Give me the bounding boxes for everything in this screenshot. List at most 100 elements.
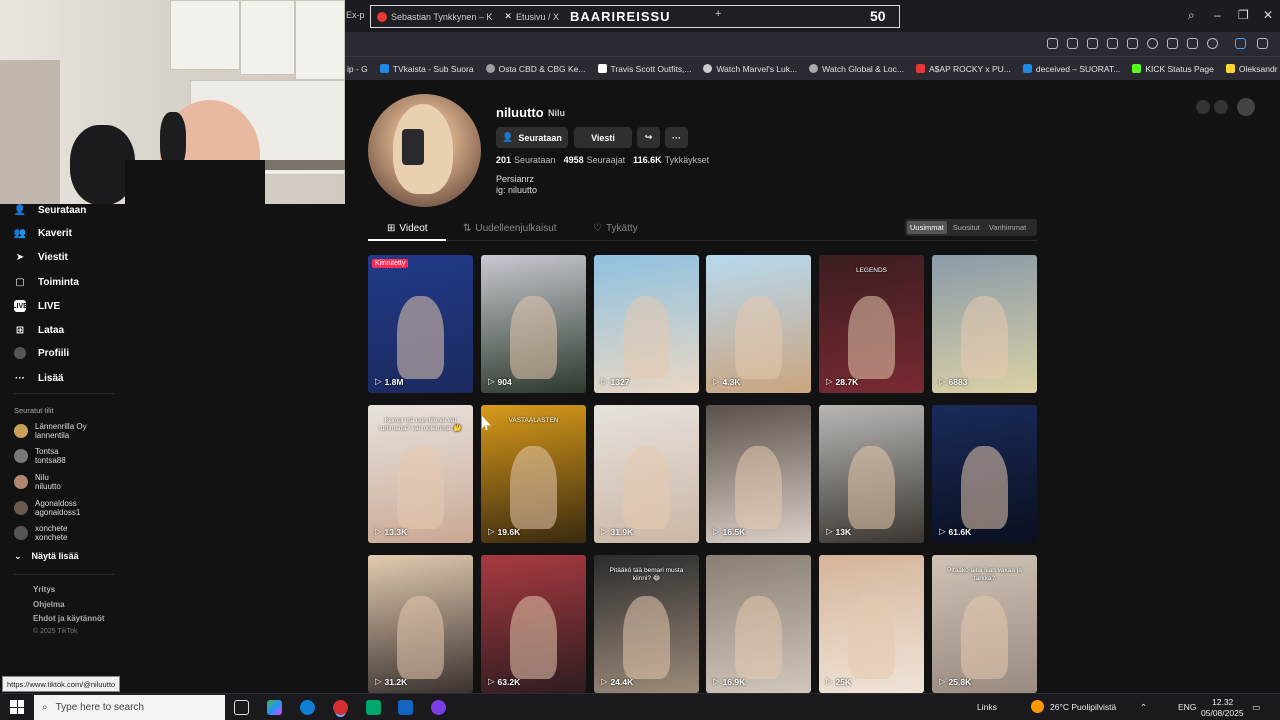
video-tile[interactable]: ▷ 16.9K xyxy=(706,555,811,693)
app-icon[interactable] xyxy=(431,700,446,715)
followed-account[interactable]: Nilu niluutto xyxy=(14,473,61,491)
notifications-icon[interactable]: ▭ xyxy=(1252,702,1260,713)
video-tile[interactable]: Pitääkö tää bemari musta kiinni? 😂 ▷ 24.4K xyxy=(594,555,699,693)
followed-account[interactable]: Tontsa tontsa88 xyxy=(14,447,66,465)
clock-date[interactable]: 05/08/2025 xyxy=(1201,708,1244,718)
sidebar-item-upload[interactable]: ⊞ Lataa xyxy=(14,324,64,336)
video-tile[interactable]: Kiinnitetty ▷ 1.8M xyxy=(368,255,473,393)
heart-icon[interactable] xyxy=(1147,38,1158,49)
video-tile[interactable]: ▷ 6883 xyxy=(932,255,1037,393)
home-icon[interactable] xyxy=(1087,38,1098,49)
extension-blue-icon[interactable] xyxy=(1235,38,1246,49)
bookmark-icon[interactable] xyxy=(1214,100,1228,114)
bookmark[interactable]: A$AP ROCKY x PU... xyxy=(916,64,1011,74)
play-icon[interactable] xyxy=(1127,38,1138,49)
sidebar-item-following[interactable]: 👤 Seurataan xyxy=(14,204,87,216)
report-icon[interactable] xyxy=(1196,100,1210,114)
copilot-icon[interactable] xyxy=(267,700,282,715)
menu-icon[interactable] xyxy=(1187,38,1198,49)
extensions-icon[interactable] xyxy=(1257,38,1268,49)
start-icon[interactable] xyxy=(10,700,24,714)
video-tile[interactable]: ▷ 31.9K xyxy=(594,405,699,543)
bookmark[interactable]: TVkaista - Sub Suora xyxy=(379,64,474,74)
task-view-icon[interactable] xyxy=(234,700,249,715)
app-icon[interactable] xyxy=(366,700,381,715)
following-button[interactable]: 👤 Seurataan xyxy=(496,127,568,148)
followed-account[interactable]: Lännenrilla Oy lannentila xyxy=(14,422,87,440)
edit-icon[interactable] xyxy=(1067,38,1078,49)
favorite-icon[interactable] xyxy=(1167,38,1178,49)
sidebar-item-live[interactable]: LIVE LIVE xyxy=(12,300,60,312)
sidebar-item-activity[interactable]: ▢ Toiminta xyxy=(14,276,79,288)
video-tile[interactable]: ▷ 31.2K xyxy=(368,555,473,693)
message-button[interactable]: Viesti xyxy=(574,127,632,148)
new-tab-button[interactable]: + xyxy=(715,8,721,20)
followed-account[interactable]: xonchete xonchete xyxy=(14,524,67,542)
bookmark[interactable]: deceived – SUORAT... xyxy=(1022,64,1120,74)
video-tile[interactable]: ▷ 1327 xyxy=(594,255,699,393)
edge-icon[interactable] xyxy=(300,700,315,715)
video-tile[interactable]: ▷ 904 xyxy=(481,255,586,393)
tab-videos[interactable]: ⊞ Videot xyxy=(387,223,428,234)
bookmark[interactable]: Osta CBD & CBG Ke... xyxy=(485,64,586,74)
share-button[interactable]: ↪ xyxy=(637,127,660,148)
video-tile[interactable]: Pitääkö äitiä liian vakaa ja tarkka? ▷ 25.… xyxy=(932,555,1037,693)
video-tile[interactable]: ▷ 61.6K xyxy=(932,405,1037,543)
show-more-button[interactable]: ⌄ Näytä lisää xyxy=(14,551,79,562)
share-icon: ↪ xyxy=(644,132,653,142)
partial-tab[interactable]: Ex-p xyxy=(346,10,365,20)
footer-company[interactable]: Yritys xyxy=(33,585,55,594)
footer-program[interactable]: Ohjelma xyxy=(33,600,65,609)
bookmark[interactable]: ip - G xyxy=(347,64,368,74)
bookmark[interactable]: Oleksandr Usyk vs D... xyxy=(1225,64,1280,74)
opera-icon[interactable] xyxy=(333,700,348,715)
sidebar-item-profile[interactable]: Profiili xyxy=(14,347,69,359)
search-icon[interactable]: ⌕ xyxy=(1188,8,1195,23)
video-tile[interactable]: LEGENDS ▷ 28.7K xyxy=(819,255,924,393)
bookmark[interactable]: Watch Global & Loc... xyxy=(809,64,904,74)
minimize-icon[interactable]: – xyxy=(1214,8,1221,22)
links-toolbar[interactable]: Links xyxy=(977,702,997,712)
taskbar-search[interactable]: ⌕ Type here to search xyxy=(34,695,225,720)
tab-reposts[interactable]: ⇅ Uudelleenjulkaisut xyxy=(463,223,557,234)
language-indicator[interactable]: ENG xyxy=(1178,702,1196,712)
video-tile[interactable]: ▷ 4.3K xyxy=(706,255,811,393)
close-icon[interactable]: ✕ xyxy=(1263,8,1273,22)
sort-latest[interactable]: Uusimmat xyxy=(907,221,947,234)
bookmark[interactable]: Travis Scott Outfits,... xyxy=(597,64,691,74)
profile-icon[interactable] xyxy=(1207,38,1218,49)
bookmark[interactable]: Watch Marvel's Luk... xyxy=(703,64,797,74)
tray-chevron-icon[interactable]: ⌃ xyxy=(1140,702,1147,713)
stat-likes: 116.6K Tykkäykset xyxy=(633,155,710,165)
video-tile[interactable]: ▷ 25K xyxy=(819,555,924,693)
video-tile[interactable]: ▷ 63.2K xyxy=(481,555,586,693)
video-tile[interactable]: VASTAALASTEN ▷ 19.6K xyxy=(481,405,586,543)
sidebar-item-messages[interactable]: ➤ Viestit xyxy=(14,251,68,263)
stat-followers[interactable]: 4958 Seuraajat xyxy=(564,155,626,165)
footer-terms[interactable]: Ehdot ja käytännöt xyxy=(33,614,105,623)
video-tile[interactable]: ▷ 16.5K xyxy=(706,405,811,543)
maximize-icon[interactable]: ❐ xyxy=(1238,8,1249,22)
video-tile[interactable]: ▷ 13K xyxy=(819,405,924,543)
stat-following[interactable]: 201 Seurataan xyxy=(496,155,556,165)
tab-liked[interactable]: ♡ Tykätty xyxy=(593,223,638,234)
tab-sebastian[interactable]: Sebastian Tynkkynen – K xyxy=(371,6,498,27)
site-icon xyxy=(1225,64,1235,73)
more-options-button[interactable]: ··· xyxy=(665,127,688,148)
tab-divider xyxy=(368,240,1037,241)
sort-oldest[interactable]: Vanhimmat xyxy=(986,221,1029,234)
zoom-icon[interactable] xyxy=(1047,38,1058,49)
bookmark[interactable]: KICK Status Page xyxy=(1132,64,1214,74)
sort-popular[interactable]: Suositut xyxy=(950,221,983,234)
sidebar-item-friends[interactable]: 👥 Kaverit xyxy=(14,227,72,239)
weather-text[interactable]: 26°C Puolipilvistä xyxy=(1050,702,1116,712)
tab-x[interactable]: ✕ Etusivu / X xyxy=(498,6,565,27)
extension-icon[interactable] xyxy=(1107,38,1118,49)
x-logo-icon: ✕ xyxy=(504,11,512,21)
followed-account[interactable]: Agonaldoss agonaldoss1 xyxy=(14,499,80,517)
settings-icon[interactable] xyxy=(1237,98,1255,116)
app-icon[interactable] xyxy=(398,700,413,715)
clock-time[interactable]: 12.32 xyxy=(1212,697,1233,707)
video-tile[interactable]: Kumpi mä oon blondi vai tummana? vai mol… xyxy=(368,405,473,543)
sidebar-item-more[interactable]: ··· Lisää xyxy=(14,372,64,384)
